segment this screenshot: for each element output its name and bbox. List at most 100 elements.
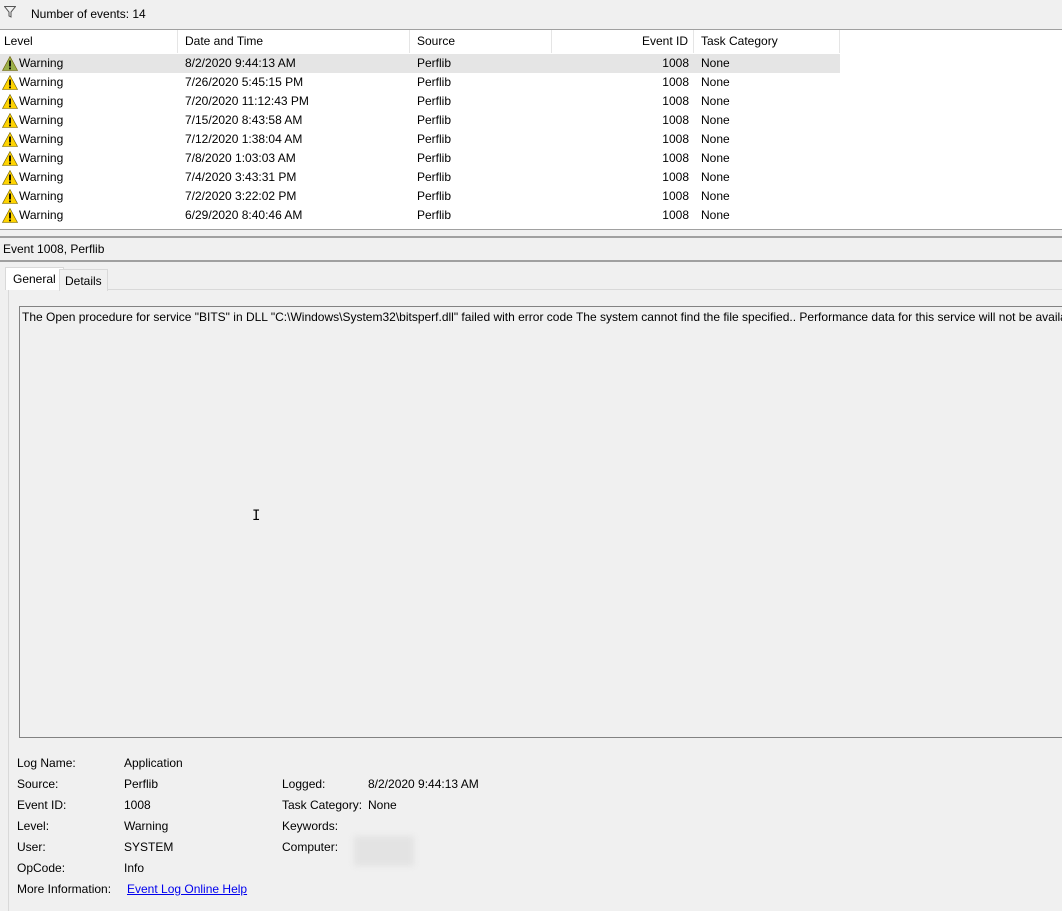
date-cell: 8/2/2020 9:44:13 AM <box>185 56 296 70</box>
event-log-online-help-link[interactable]: Event Log Online Help <box>127 882 247 896</box>
task-category-cell: None <box>701 208 730 222</box>
warning-icon <box>2 170 18 185</box>
event-message[interactable]: The Open procedure for service "BITS" in… <box>19 306 1062 738</box>
warning-icon <box>2 151 18 166</box>
source-label: Source: <box>17 777 59 791</box>
more-info-label: More Information: <box>17 882 112 896</box>
task-category-cell: None <box>701 189 730 203</box>
level-cell: Warning <box>19 170 64 184</box>
event-id-cell: 1008 <box>662 189 689 203</box>
task-category-cell: None <box>701 170 730 184</box>
log-name-value: Application <box>124 756 183 770</box>
splitter[interactable] <box>0 236 1062 238</box>
opcode-label: OpCode: <box>17 861 66 875</box>
level-cell: Warning <box>19 75 64 89</box>
source-cell: Perflib <box>417 75 452 89</box>
source-cell: Perflib <box>417 56 452 70</box>
task-category-cell: None <box>701 56 730 70</box>
task-category-cell: None <box>701 132 730 146</box>
level-cell: Warning <box>19 189 64 203</box>
computer-label: Computer: <box>282 840 339 854</box>
warning-icon <box>2 189 18 204</box>
date-cell: 7/2/2020 3:22:02 PM <box>185 189 297 203</box>
event-id-value: 1008 <box>124 798 151 812</box>
warning-icon <box>2 75 18 90</box>
level-cell: Warning <box>19 94 64 108</box>
event-id-cell: 1008 <box>662 94 689 108</box>
event-id-cell: 1008 <box>662 208 689 222</box>
level-label: Level: <box>17 819 50 833</box>
divider <box>0 229 1062 230</box>
task-category-label: Task Category: <box>282 798 363 812</box>
task-category-cell: None <box>701 151 730 165</box>
table-row[interactable]: Warning 6/29/2020 8:40:46 AM Perflib 100… <box>0 206 840 225</box>
source-value: Perflib <box>124 777 159 791</box>
user-label: User: <box>17 840 46 854</box>
text-cursor-icon: I <box>252 508 261 524</box>
date-cell: 7/12/2020 1:38:04 AM <box>185 132 303 146</box>
date-cell: 7/15/2020 8:43:58 AM <box>185 113 303 127</box>
filter-icon[interactable] <box>4 6 16 18</box>
column-header-event-id[interactable]: Event ID <box>552 30 694 53</box>
date-cell: 6/29/2020 8:40:46 AM <box>185 208 303 222</box>
table-row[interactable]: Warning 7/8/2020 1:03:03 AM Perflib 1008… <box>0 149 840 168</box>
event-id-cell: 1008 <box>662 75 689 89</box>
tab-general[interactable]: General <box>5 267 64 290</box>
computer-value-redacted <box>354 836 414 866</box>
tab-details[interactable]: Details <box>59 269 108 291</box>
level-value: Warning <box>124 819 169 833</box>
date-cell: 7/26/2020 5:45:15 PM <box>185 75 304 89</box>
source-cell: Perflib <box>417 208 452 222</box>
column-header-date[interactable]: Date and Time <box>178 30 410 53</box>
level-cell: Warning <box>19 56 64 70</box>
task-category-cell: None <box>701 94 730 108</box>
log-name-label: Log Name: <box>17 756 76 770</box>
event-id-label: Event ID: <box>17 798 67 812</box>
warning-icon <box>2 132 18 147</box>
column-header-source[interactable]: Source <box>410 30 552 53</box>
divider <box>0 260 1062 262</box>
source-cell: Perflib <box>417 132 452 146</box>
toolbar: Number of events: 14 <box>0 0 1062 30</box>
date-cell: 7/8/2020 1:03:03 AM <box>185 151 296 165</box>
table-row[interactable]: Warning 7/12/2020 1:38:04 AM Perflib 100… <box>0 130 840 149</box>
event-count: Number of events: 14 <box>31 7 146 21</box>
level-cell: Warning <box>19 208 64 222</box>
task-category-value: None <box>368 798 397 812</box>
source-cell: Perflib <box>417 94 452 108</box>
level-cell: Warning <box>19 132 64 146</box>
source-cell: Perflib <box>417 170 452 184</box>
warning-icon <box>2 94 18 109</box>
event-list[interactable]: Level Date and Time Source Event ID Task… <box>0 30 1062 229</box>
logged-value: 8/2/2020 9:44:13 AM <box>368 777 479 791</box>
source-cell: Perflib <box>417 189 452 203</box>
event-id-cell: 1008 <box>662 132 689 146</box>
task-category-cell: None <box>701 75 730 89</box>
source-cell: Perflib <box>417 151 452 165</box>
column-header-task-category[interactable]: Task Category <box>694 30 840 53</box>
column-header-level[interactable]: Level <box>0 30 178 53</box>
event-id-cell: 1008 <box>662 170 689 184</box>
source-cell: Perflib <box>417 113 452 127</box>
event-id-cell: 1008 <box>662 56 689 70</box>
table-row[interactable]: Warning 7/15/2020 8:43:58 AM Perflib 100… <box>0 111 840 130</box>
task-category-cell: None <box>701 113 730 127</box>
warning-icon <box>2 56 18 71</box>
table-row[interactable]: Warning 7/20/2020 11:12:43 PM Perflib 10… <box>0 92 840 111</box>
event-id-cell: 1008 <box>662 113 689 127</box>
keywords-label: Keywords: <box>282 819 339 833</box>
level-cell: Warning <box>19 113 64 127</box>
warning-icon <box>2 208 18 223</box>
level-cell: Warning <box>19 151 64 165</box>
event-detail-title: Event 1008, Perflib <box>3 242 105 256</box>
table-row[interactable]: Warning 7/2/2020 3:22:02 PM Perflib 1008… <box>0 187 840 206</box>
table-row[interactable]: Warning 7/4/2020 3:43:31 PM Perflib 1008… <box>0 168 840 187</box>
table-row[interactable]: Warning 7/26/2020 5:45:15 PM Perflib 100… <box>0 73 840 92</box>
event-id-cell: 1008 <box>662 151 689 165</box>
table-row[interactable]: Warning 8/2/2020 9:44:13 AM Perflib 1008… <box>0 54 840 73</box>
date-cell: 7/20/2020 11:12:43 PM <box>185 94 309 108</box>
user-value: SYSTEM <box>124 840 174 854</box>
opcode-value: Info <box>124 861 145 875</box>
date-cell: 7/4/2020 3:43:31 PM <box>185 170 297 184</box>
warning-icon <box>2 113 18 128</box>
